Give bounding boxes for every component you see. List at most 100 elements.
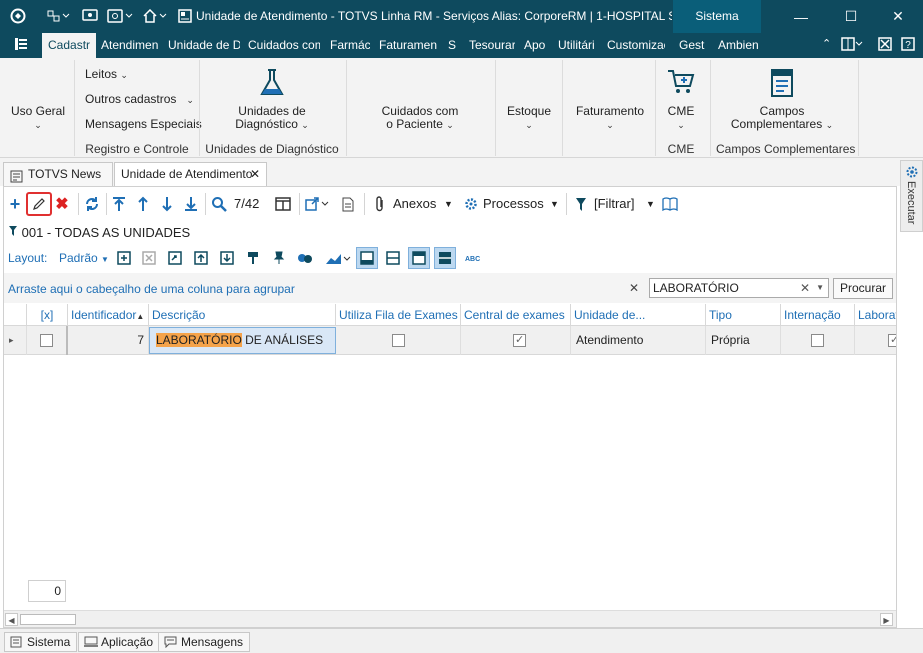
home-dropdown-icon[interactable] bbox=[141, 6, 169, 26]
close-window-box-icon[interactable] bbox=[878, 37, 892, 54]
tab-totvs-news[interactable]: TOTVS News bbox=[3, 162, 113, 186]
delete-icon[interactable]: ✖ bbox=[54, 193, 70, 215]
filtrar-button[interactable]: [Filtrar] bbox=[594, 196, 634, 211]
faturamento-button[interactable]: Faturamento ⌄ bbox=[572, 105, 648, 132]
menu-cadastros[interactable]: Cadastr bbox=[42, 33, 97, 58]
refresh-icon[interactable] bbox=[83, 193, 101, 215]
monitor-icon[interactable] bbox=[80, 6, 100, 26]
sistema-tab[interactable]: Sistema bbox=[673, 0, 761, 33]
cme-button[interactable]: CME ⌄ bbox=[661, 105, 701, 132]
utiliza-fila-checkbox[interactable] bbox=[392, 334, 405, 347]
collapse-ribbon-icon[interactable]: ⌃ bbox=[822, 37, 831, 50]
status-tab-aplicacao[interactable]: Aplicação bbox=[78, 632, 161, 652]
next-record-icon[interactable] bbox=[159, 193, 175, 215]
pin-icon[interactable] bbox=[271, 250, 287, 266]
cell-descricao[interactable]: LABORATÓRIO DE ANÁLISES bbox=[149, 327, 336, 354]
minimize-button[interactable]: — bbox=[776, 0, 826, 33]
search-clear-icon[interactable]: ✕ bbox=[800, 281, 810, 295]
anexos-button[interactable]: Anexos bbox=[393, 196, 436, 211]
search-dropdown-icon[interactable]: ▼ bbox=[816, 283, 824, 292]
view-stripes-icon[interactable] bbox=[434, 247, 456, 269]
view-bottom-panel-icon[interactable] bbox=[356, 247, 378, 269]
menu-apoio[interactable]: Apo bbox=[524, 33, 548, 58]
expand-all-icon[interactable] bbox=[116, 250, 132, 266]
menu-farmacia[interactable]: Farmác bbox=[330, 33, 370, 58]
mensagens-especiais-button[interactable]: Mensagens Especiais bbox=[85, 118, 202, 131]
scroll-left-icon[interactable]: ◀ bbox=[5, 613, 18, 626]
move-up-box-icon[interactable] bbox=[193, 250, 209, 266]
column-header-select[interactable]: [x] bbox=[27, 304, 68, 326]
status-tab-mensagens[interactable]: Mensagens bbox=[158, 632, 251, 652]
unidades-diagnostico-button[interactable]: Unidades de Diagnóstico ⌄ bbox=[222, 105, 322, 132]
paperclip-icon[interactable] bbox=[372, 193, 388, 215]
column-header-internacao[interactable]: Internação bbox=[781, 304, 855, 326]
menu-gestao[interactable]: Gest bbox=[679, 33, 709, 58]
cell-tipo[interactable]: Própria bbox=[706, 326, 781, 355]
filter-icon[interactable] bbox=[574, 193, 588, 215]
status-tab-sistema[interactable]: Sistema bbox=[4, 632, 78, 652]
row-select-checkbox[interactable] bbox=[40, 334, 53, 347]
procurar-button[interactable]: Procurar bbox=[833, 278, 893, 299]
anexos-dropdown-icon[interactable]: ▼ bbox=[444, 199, 453, 209]
help-icon[interactable]: ? bbox=[901, 37, 915, 54]
maximize-button[interactable]: ☐ bbox=[826, 0, 876, 33]
cell-identificador[interactable]: 7 bbox=[68, 326, 149, 355]
add-icon[interactable]: + bbox=[7, 193, 23, 215]
column-header-descricao[interactable]: Descrição bbox=[149, 304, 336, 326]
executar-side-panel[interactable]: Executar bbox=[900, 160, 923, 232]
menu-unidade-diagnostico[interactable]: Unidade de Di bbox=[168, 33, 240, 58]
column-layout-icon[interactable] bbox=[274, 193, 292, 215]
estoque-button[interactable]: Estoque ⌄ bbox=[503, 105, 555, 132]
menu-atendimento[interactable]: Atendimen bbox=[101, 33, 159, 58]
export-dropdown-icon[interactable] bbox=[304, 193, 330, 215]
previous-record-icon[interactable] bbox=[135, 193, 151, 215]
users-dropdown-icon[interactable] bbox=[44, 6, 72, 26]
app-logo-icon[interactable] bbox=[8, 6, 28, 26]
uso-geral-button[interactable]: Uso Geral ⌄ bbox=[10, 105, 66, 132]
abc-spellcheck-icon[interactable]: ABC bbox=[463, 250, 485, 266]
column-header-utiliza-fila[interactable]: Utiliza Fila de Exames bbox=[336, 304, 461, 326]
processos-dropdown-icon[interactable]: ▼ bbox=[550, 199, 559, 209]
cell-unidade[interactable]: Atendimento bbox=[571, 326, 706, 355]
menu-s[interactable]: S bbox=[448, 33, 458, 58]
column-header-tipo[interactable]: Tipo bbox=[706, 304, 781, 326]
view-top-panel-icon[interactable] bbox=[408, 247, 430, 269]
first-record-icon[interactable] bbox=[111, 193, 127, 215]
table-row[interactable]: ▸ 7 LABORATÓRIO DE ANÁLISES Atendimento … bbox=[4, 326, 896, 355]
menu-utilitarios[interactable]: Utilitári bbox=[558, 33, 598, 58]
last-record-icon[interactable] bbox=[183, 193, 199, 215]
search-input[interactable]: LABORATÓRIO ✕ ▼ bbox=[649, 278, 829, 298]
cuidados-paciente-button[interactable]: Cuidados com o Paciente ⌄ bbox=[370, 105, 470, 132]
menu-faturamento[interactable]: Faturamen bbox=[379, 33, 437, 58]
search-icon[interactable] bbox=[210, 193, 228, 215]
column-header-identificador[interactable]: Identificador▲ bbox=[68, 304, 149, 326]
menu-tesouraria[interactable]: Tesourar bbox=[469, 33, 515, 58]
leitos-button[interactable]: Leitos ⌄ bbox=[85, 68, 128, 82]
processos-gear-icon[interactable] bbox=[463, 193, 479, 215]
column-header-unidade[interactable]: Unidade de... bbox=[571, 304, 706, 326]
scroll-right-icon[interactable]: ▶ bbox=[880, 613, 893, 626]
menu-ambiente[interactable]: Ambien bbox=[718, 33, 758, 58]
menu-cuidados[interactable]: Cuidados com bbox=[248, 33, 320, 58]
clear-filter-icon[interactable]: ✕ bbox=[629, 281, 639, 295]
menu-hamburger-icon[interactable] bbox=[14, 37, 28, 54]
shapes-icon[interactable] bbox=[297, 250, 313, 266]
campos-complementares-button[interactable]: Campos Complementares ⌄ bbox=[722, 105, 842, 132]
close-button[interactable]: ✕ bbox=[873, 0, 923, 33]
edit-button[interactable] bbox=[26, 192, 52, 216]
scroll-thumb[interactable] bbox=[20, 614, 76, 625]
chart-dropdown-icon[interactable] bbox=[324, 250, 352, 266]
group-by-bar[interactable]: Arraste aqui o cabeçalho de uma coluna p… bbox=[4, 273, 896, 303]
outros-cadastros-button[interactable]: Outros cadastros ⌄ bbox=[85, 93, 194, 107]
central-exames-checkbox[interactable] bbox=[513, 331, 526, 349]
document-icon[interactable] bbox=[340, 193, 356, 215]
layout-select[interactable]: Padrão ▼ bbox=[59, 251, 109, 265]
menu-customizacao[interactable]: Customizaç bbox=[607, 33, 665, 58]
filtrar-dropdown-icon[interactable]: ▼ bbox=[646, 199, 655, 209]
paint-icon[interactable] bbox=[245, 250, 261, 266]
window-settings-dropdown-icon[interactable] bbox=[106, 6, 134, 26]
close-tab-icon[interactable]: ✕ bbox=[250, 163, 260, 185]
laboratorio-checkbox[interactable] bbox=[888, 331, 896, 349]
book-icon[interactable] bbox=[661, 193, 679, 215]
horizontal-scrollbar[interactable]: ◀ ▶ bbox=[4, 610, 896, 627]
